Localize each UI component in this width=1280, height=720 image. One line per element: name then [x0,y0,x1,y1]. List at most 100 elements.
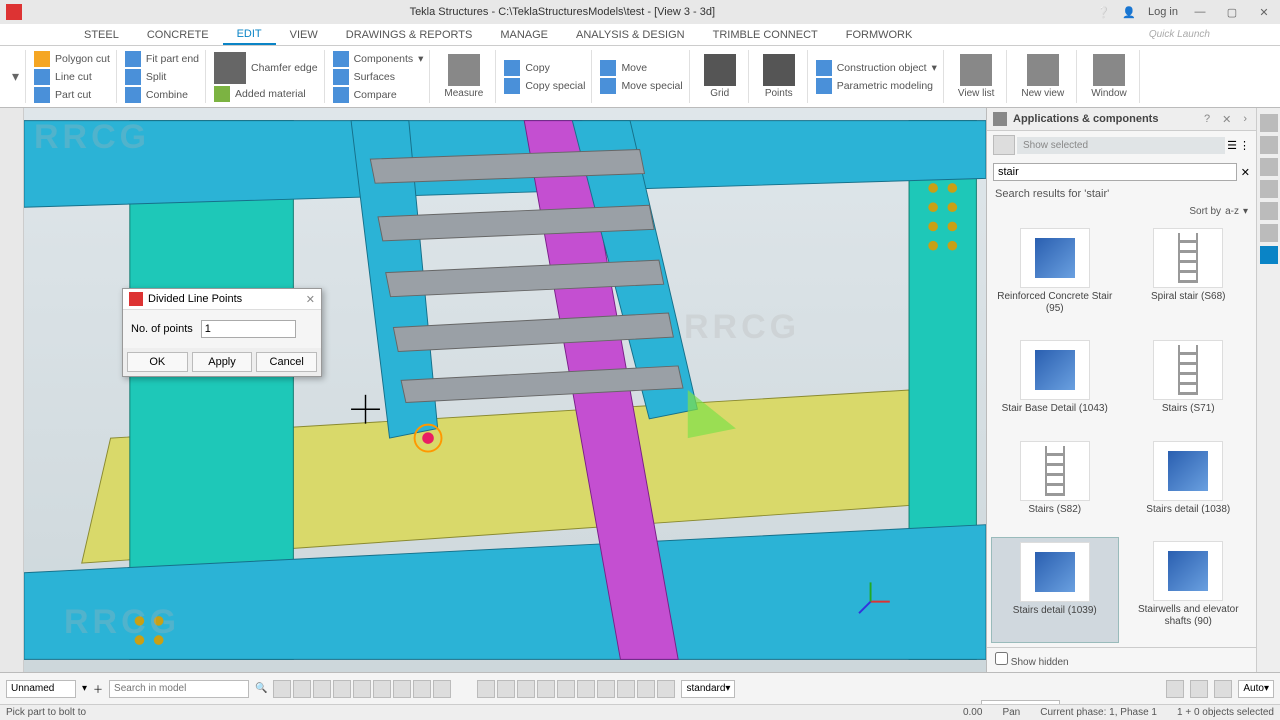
part-cut-button[interactable]: Part cut [34,87,110,103]
snap-3[interactable] [517,680,535,698]
cancel-button[interactable]: Cancel [256,352,317,372]
panel-close-icon[interactable]: ✕ [1219,113,1234,126]
polygon-cut-button[interactable]: Polygon cut [34,51,110,67]
move-special-button[interactable]: Move special [600,78,682,94]
search-in-model-input[interactable] [109,680,249,698]
tab-edit[interactable]: EDIT [223,24,276,45]
rail-btn-components[interactable] [1260,246,1278,264]
construction-object-button[interactable]: Construction object ▾ [816,60,937,76]
tab-steel[interactable]: STEEL [70,24,133,45]
tab-formwork[interactable]: FORMWORK [832,24,927,45]
close-button[interactable]: ✕ [1254,6,1274,19]
snap-5[interactable] [557,680,575,698]
move-button[interactable]: Move [600,60,682,76]
add-icon[interactable]: ＋ [93,681,103,696]
select-filter-8[interactable] [413,680,431,698]
window-button[interactable]: Window [1085,54,1133,99]
select-filter-9[interactable] [433,680,451,698]
3d-viewport[interactable]: Divided Line Points ✕ No. of points OK A… [24,108,986,672]
view-toggle-1[interactable] [1166,680,1184,698]
points-input[interactable] [201,320,296,338]
tab-view[interactable]: VIEW [276,24,332,45]
rail-btn-1[interactable] [1260,114,1278,132]
named-selection-input[interactable] [6,680,76,698]
surfaces-button[interactable]: Surfaces [333,69,424,85]
panel-list-view-button[interactable]: ☰ [1227,139,1237,152]
copy-button[interactable]: Copy [504,60,585,76]
rail-btn-5[interactable] [1260,202,1278,220]
select-filter-4[interactable] [333,680,351,698]
select-filter-7[interactable] [393,680,411,698]
new-view-button[interactable]: New view [1015,54,1070,99]
split-button[interactable]: Split [125,69,199,85]
compare-button[interactable]: Compare [333,87,424,103]
component-card[interactable]: Stairs (S71) [1125,336,1253,430]
rail-btn-2[interactable] [1260,136,1278,154]
panel-chevron-icon[interactable]: › [1240,113,1250,125]
combine-button[interactable]: Combine [125,87,199,103]
select-filter-6[interactable] [373,680,391,698]
snap-4[interactable] [537,680,555,698]
clear-search-icon[interactable]: ✕ [1241,166,1250,179]
snap-1[interactable] [477,680,495,698]
measure-button[interactable]: Measure [438,54,489,99]
view-toggle-3[interactable] [1214,680,1232,698]
user-icon[interactable]: 👤 [1122,6,1136,19]
select-filter-1[interactable] [273,680,291,698]
fit-part-end-button[interactable]: Fit part end [125,51,199,67]
rail-btn-6[interactable] [1260,224,1278,242]
sort-value[interactable]: a-z [1225,206,1239,217]
search-icon[interactable]: 🔍 [255,683,267,694]
rail-btn-4[interactable] [1260,180,1278,198]
snap-7[interactable] [597,680,615,698]
component-card[interactable]: Stair Base Detail (1043) [991,336,1119,430]
component-card[interactable]: Stairwells and elevator shafts (90) [1125,537,1253,643]
select-filter-3[interactable] [313,680,331,698]
component-card[interactable]: Stairs detail (1039) [991,537,1119,643]
minimize-button[interactable]: — [1190,6,1210,18]
line-cut-button[interactable]: Line cut [34,69,110,85]
ok-button[interactable]: OK [127,352,188,372]
component-search-input[interactable] [993,163,1237,181]
points-button[interactable]: Points [757,54,801,99]
tab-trimble[interactable]: TRIMBLE CONNECT [699,24,832,45]
show-hidden-checkbox[interactable]: Show hidden [995,657,1069,668]
snap-6[interactable] [577,680,595,698]
components-button[interactable]: Components ▾ [333,51,424,67]
snap-8[interactable] [617,680,635,698]
dialog-close-button[interactable]: ✕ [306,293,315,306]
component-card[interactable]: Stairs (S82) [991,437,1119,531]
login-link[interactable]: Log in [1148,6,1178,18]
chamfer-edge-button[interactable]: Chamfer edge [214,52,318,84]
panel-more-icon[interactable]: ⋮ [1239,139,1250,152]
parametric-modeling-button[interactable]: Parametric modeling [816,78,937,94]
show-selected-button[interactable]: Show selected [1017,137,1225,154]
view-list-button[interactable]: View list [952,54,1001,99]
component-card[interactable]: Spiral stair (S68) [1125,224,1253,330]
snap-9[interactable] [637,680,655,698]
panel-grid-view-button[interactable] [993,135,1015,155]
component-card[interactable]: Reinforced Concrete Stair (95) [991,224,1119,330]
snap-2[interactable] [497,680,515,698]
copy-special-button[interactable]: Copy special [504,78,585,94]
select-filter-5[interactable] [353,680,371,698]
help-icon[interactable]: ❔ [1097,6,1111,19]
tab-drawings[interactable]: DRAWINGS & REPORTS [332,24,487,45]
view-toggle-2[interactable] [1190,680,1208,698]
tab-analysis[interactable]: ANALYSIS & DESIGN [562,24,699,45]
rail-btn-3[interactable] [1260,158,1278,176]
apply-button[interactable]: Apply [192,352,253,372]
snap-10[interactable] [657,680,675,698]
panel-help-icon[interactable]: ? [1201,113,1213,125]
auto-select[interactable]: Auto ▾ [1238,680,1274,698]
tab-concrete[interactable]: CONCRETE [133,24,223,45]
select-filter-2[interactable] [293,680,311,698]
tab-manage[interactable]: MANAGE [486,24,562,45]
quick-launch[interactable]: Quick Launch [1149,29,1240,40]
added-material-button[interactable]: Added material [214,86,318,102]
snap-type-select[interactable]: standard ▾ [681,680,735,698]
maximize-button[interactable]: ▢ [1222,6,1242,19]
chevron-down-icon[interactable]: ▾ [82,683,87,694]
component-card[interactable]: Stairs detail (1038) [1125,437,1253,531]
grid-button[interactable]: Grid [698,54,742,99]
